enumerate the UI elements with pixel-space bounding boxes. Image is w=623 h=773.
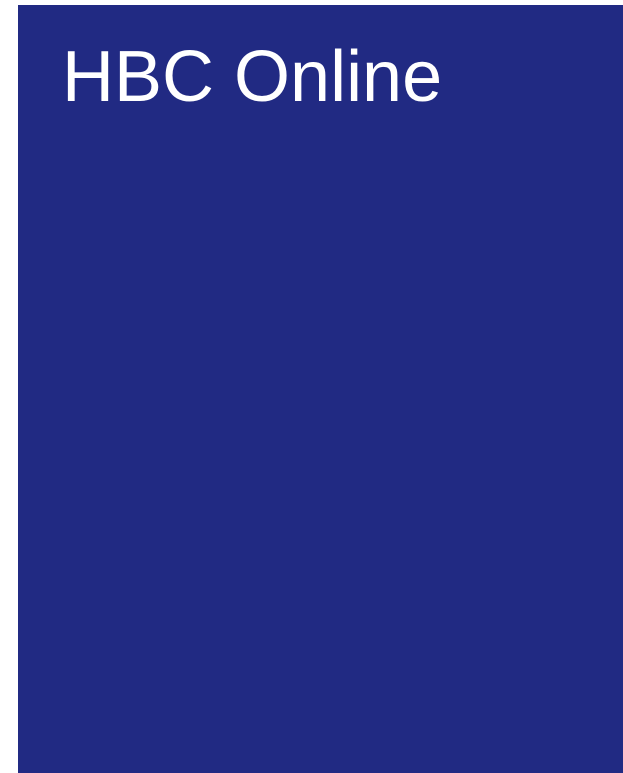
- page-title: HBC Online: [62, 37, 443, 117]
- title-panel: HBC Online: [18, 5, 623, 773]
